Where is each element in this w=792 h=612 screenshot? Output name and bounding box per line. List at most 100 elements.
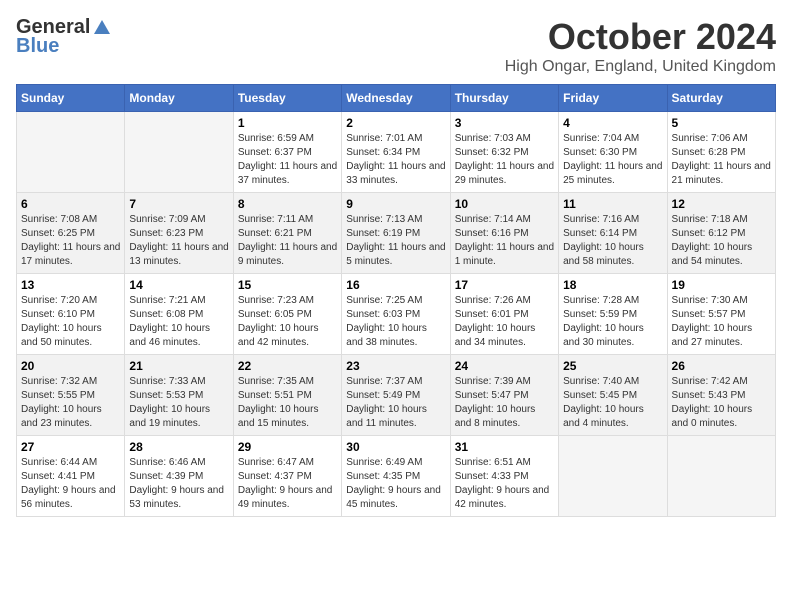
day-number: 31 [455,440,554,454]
logo-triangle-icon [92,18,112,38]
day-number: 30 [346,440,445,454]
calendar-cell: 21 Sunrise: 7:33 AMSunset: 5:53 PMDayligh… [125,355,233,436]
day-info: Sunrise: 7:13 AMSunset: 6:19 PMDaylight:… [346,213,445,269]
day-info: Sunrise: 6:51 AMSunset: 4:33 PMDaylight:… [455,456,554,512]
calendar-cell: 16Sunrise: 7:25 AMSunset: 6:03 PMDayligh… [342,274,450,355]
calendar-cell: 14Sunrise: 7:21 AMSunset: 6:08 PMDayligh… [125,274,233,355]
header-thursday: Thursday [450,85,558,112]
calendar-cell: 25Sunrise: 7:40 AMSunset: 5:45 PMDayligh… [559,355,667,436]
day-info: Sunrise: 6:49 AMSunset: 4:35 PMDaylight:… [346,456,445,512]
month-title: October 2024 [505,16,776,58]
calendar-cell: 18 Sunrise: 7:28 AMSunset: 5:59 PMDayligh… [559,274,667,355]
day-number: 24 [455,359,554,373]
calendar-cell: 1 Sunrise: 6:59 AMSunset: 6:37 PMDaylight… [233,112,341,193]
calendar-cell: 30 Sunrise: 6:49 AMSunset: 4:35 PMDayligh… [342,436,450,517]
day-info: Sunrise: 7:33 AMSunset: 5:53 PMDaylight:… [129,375,228,431]
calendar-cell: 26Sunrise: 7:42 AMSunset: 5:43 PMDayligh… [667,355,775,436]
calendar-week-row: 27 Sunrise: 6:44 AMSunset: 4:41 PMDayligh… [17,436,776,517]
day-number: 10 [455,197,554,211]
day-number: 27 [21,440,120,454]
calendar-cell: 11 Sunrise: 7:16 AMSunset: 6:14 PMDayligh… [559,193,667,274]
day-info: Sunrise: 7:28 AMSunset: 5:59 PMDaylight:… [563,294,662,350]
calendar-cell: 31 Sunrise: 6:51 AMSunset: 4:33 PMDayligh… [450,436,558,517]
day-info: Sunrise: 7:26 AMSunset: 6:01 PMDaylight:… [455,294,554,350]
day-number: 12 [672,197,771,211]
day-info: Sunrise: 7:40 AMSunset: 5:45 PMDaylight:… [563,375,662,431]
header-tuesday: Tuesday [233,85,341,112]
calendar-cell: 5Sunrise: 7:06 AMSunset: 6:28 PMDaylight… [667,112,775,193]
logo-blue: Blue [16,35,59,58]
calendar-week-row: 1 Sunrise: 6:59 AMSunset: 6:37 PMDaylight… [17,112,776,193]
day-info: Sunrise: 7:11 AMSunset: 6:21 PMDaylight:… [238,213,337,269]
calendar-cell: 4Sunrise: 7:04 AMSunset: 6:30 PMDaylight… [559,112,667,193]
calendar-cell: 10Sunrise: 7:14 AMSunset: 6:16 PMDayligh… [450,193,558,274]
calendar-cell: 6 Sunrise: 7:08 AMSunset: 6:25 PMDaylight… [17,193,125,274]
day-number: 18 [563,278,662,292]
calendar-cell: 15Sunrise: 7:23 AMSunset: 6:05 PMDayligh… [233,274,341,355]
calendar-cell: 13 Sunrise: 7:20 AMSunset: 6:10 PMDayligh… [17,274,125,355]
day-info: Sunrise: 7:09 AMSunset: 6:23 PMDaylight:… [129,213,228,269]
page-header: General Blue October 2024 High Ongar, En… [16,16,776,76]
header-friday: Friday [559,85,667,112]
calendar-cell: 17 Sunrise: 7:26 AMSunset: 6:01 PMDayligh… [450,274,558,355]
day-number: 13 [21,278,120,292]
day-info: Sunrise: 7:16 AMSunset: 6:14 PMDaylight:… [563,213,662,269]
day-info: Sunrise: 7:20 AMSunset: 6:10 PMDaylight:… [21,294,120,350]
day-number: 9 [346,197,445,211]
title-block: October 2024 High Ongar, England, United… [505,16,776,76]
day-info: Sunrise: 6:59 AMSunset: 6:37 PMDaylight:… [238,132,337,188]
calendar-week-row: 13 Sunrise: 7:20 AMSunset: 6:10 PMDayligh… [17,274,776,355]
day-number: 8 [238,197,337,211]
calendar-cell: 24 Sunrise: 7:39 AMSunset: 5:47 PMDayligh… [450,355,558,436]
header-sunday: Sunday [17,85,125,112]
day-info: Sunrise: 7:01 AMSunset: 6:34 PMDaylight:… [346,132,445,188]
day-info: Sunrise: 7:39 AMSunset: 5:47 PMDaylight:… [455,375,554,431]
day-number: 17 [455,278,554,292]
day-number: 19 [672,278,771,292]
calendar-cell [559,436,667,517]
location: High Ongar, England, United Kingdom [505,58,776,76]
calendar-cell: 20Sunrise: 7:32 AMSunset: 5:55 PMDayligh… [17,355,125,436]
day-number: 22 [238,359,337,373]
day-info: Sunrise: 6:46 AMSunset: 4:39 PMDaylight:… [129,456,228,512]
calendar-cell [17,112,125,193]
calendar-cell: 19 Sunrise: 7:30 AMSunset: 5:57 PMDayligh… [667,274,775,355]
calendar-cell: 8 Sunrise: 7:11 AMSunset: 6:21 PMDaylight… [233,193,341,274]
day-number: 11 [563,197,662,211]
header-wednesday: Wednesday [342,85,450,112]
day-number: 15 [238,278,337,292]
day-info: Sunrise: 7:25 AMSunset: 6:03 PMDaylight:… [346,294,445,350]
header-monday: Monday [125,85,233,112]
day-info: Sunrise: 7:42 AMSunset: 5:43 PMDaylight:… [672,375,771,431]
calendar-cell: 28Sunrise: 6:46 AMSunset: 4:39 PMDayligh… [125,436,233,517]
day-number: 14 [129,278,228,292]
calendar-header-row: SundayMondayTuesdayWednesdayThursdayFrid… [17,85,776,112]
calendar-table: SundayMondayTuesdayWednesdayThursdayFrid… [16,84,776,517]
day-number: 2 [346,116,445,130]
day-info: Sunrise: 7:37 AMSunset: 5:49 PMDaylight:… [346,375,445,431]
day-number: 4 [563,116,662,130]
header-saturday: Saturday [667,85,775,112]
day-number: 3 [455,116,554,130]
logo: General Blue [16,16,112,58]
day-number: 1 [238,116,337,130]
calendar-week-row: 20Sunrise: 7:32 AMSunset: 5:55 PMDayligh… [17,355,776,436]
day-info: Sunrise: 6:44 AMSunset: 4:41 PMDaylight:… [21,456,120,512]
calendar-cell: 2 Sunrise: 7:01 AMSunset: 6:34 PMDaylight… [342,112,450,193]
calendar-cell: 29 Sunrise: 6:47 AMSunset: 4:37 PMDayligh… [233,436,341,517]
day-info: Sunrise: 7:18 AMSunset: 6:12 PMDaylight:… [672,213,771,269]
day-info: Sunrise: 7:35 AMSunset: 5:51 PMDaylight:… [238,375,337,431]
day-number: 29 [238,440,337,454]
calendar-cell: 12 Sunrise: 7:18 AMSunset: 6:12 PMDayligh… [667,193,775,274]
calendar-cell: 22 Sunrise: 7:35 AMSunset: 5:51 PMDayligh… [233,355,341,436]
day-info: Sunrise: 7:32 AMSunset: 5:55 PMDaylight:… [21,375,120,431]
day-number: 6 [21,197,120,211]
calendar-cell: 23Sunrise: 7:37 AMSunset: 5:49 PMDayligh… [342,355,450,436]
calendar-cell: 3Sunrise: 7:03 AMSunset: 6:32 PMDaylight… [450,112,558,193]
day-info: Sunrise: 7:08 AMSunset: 6:25 PMDaylight:… [21,213,120,269]
calendar-cell [125,112,233,193]
day-info: Sunrise: 7:30 AMSunset: 5:57 PMDaylight:… [672,294,771,350]
day-info: Sunrise: 6:47 AMSunset: 4:37 PMDaylight:… [238,456,337,512]
calendar-week-row: 6 Sunrise: 7:08 AMSunset: 6:25 PMDaylight… [17,193,776,274]
day-number: 21 [129,359,228,373]
